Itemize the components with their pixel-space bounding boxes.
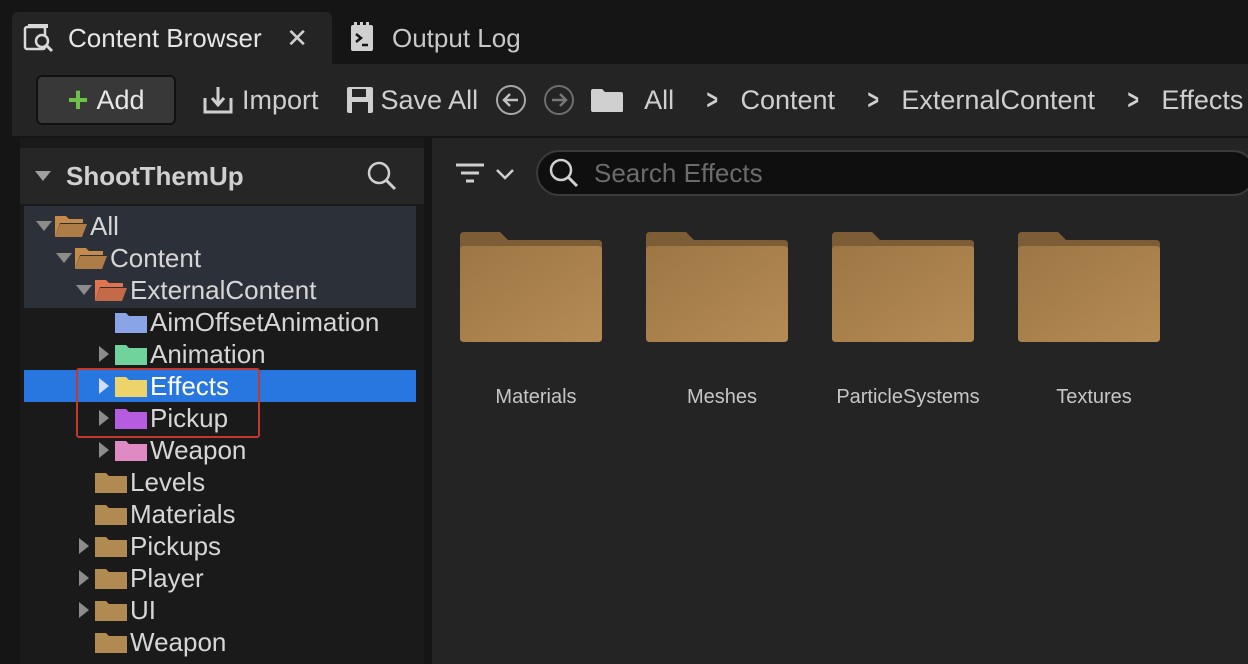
plus-icon: +	[67, 79, 89, 120]
tree-item-label: Materials	[130, 498, 236, 529]
collapsed-arrow-icon[interactable]	[74, 601, 94, 619]
asset-folder-tile[interactable]: Textures	[992, 230, 1162, 420]
collapsed-arrow-icon[interactable]	[94, 441, 114, 459]
add-label: Add	[96, 84, 145, 115]
tree-item[interactable]: Player	[24, 562, 416, 594]
tree-item[interactable]: Levels	[24, 466, 416, 498]
tree-item[interactable]: Pickups	[24, 530, 416, 562]
folder-open-icon	[94, 277, 128, 303]
close-icon[interactable]: ✕	[286, 23, 308, 54]
tree-item-label: UI	[130, 594, 156, 625]
folder-icon	[94, 469, 128, 495]
tree-item-label: Weapon	[130, 626, 227, 657]
asset-folder-tile[interactable]: Materials	[434, 230, 604, 420]
folder-icon	[94, 629, 128, 655]
folder-icon	[114, 437, 148, 463]
breadcrumb-all[interactable]: All	[644, 85, 674, 116]
search-icon[interactable]	[366, 160, 398, 192]
asset-label: Textures	[1056, 386, 1132, 408]
chevron-right-icon[interactable]: >	[707, 84, 718, 116]
import-icon	[202, 84, 236, 116]
folder-open-icon	[74, 245, 108, 271]
chevron-down-icon	[496, 169, 514, 180]
breadcrumb-content[interactable]: Content	[740, 85, 835, 116]
save-all-button[interactable]: Save All	[345, 84, 479, 116]
tree-item[interactable]: Content	[24, 242, 416, 274]
folder-icon[interactable]	[590, 87, 624, 113]
tree-item-label: Content	[110, 242, 202, 273]
tree-item-label: All	[90, 210, 119, 241]
content-browser-icon	[22, 21, 56, 55]
search-icon	[548, 157, 580, 189]
collapsed-arrow-icon[interactable]	[74, 537, 94, 555]
expanded-arrow-icon[interactable]	[74, 284, 94, 296]
add-button[interactable]: + Add	[36, 75, 176, 125]
collapse-triangle-icon[interactable]	[34, 170, 52, 182]
folder-icon	[94, 565, 128, 591]
asset-label: ParticleSystems	[836, 386, 980, 408]
tree-item[interactable]: ExternalContent	[24, 274, 416, 306]
tree-item[interactable]: UI	[24, 594, 416, 626]
folder-icon	[646, 230, 788, 347]
forward-button[interactable]	[544, 85, 575, 115]
tree-item[interactable]: Weapon	[24, 626, 416, 658]
sources-header[interactable]: ShootThemUp	[20, 148, 424, 204]
filter-icon	[456, 163, 484, 183]
output-log-icon	[346, 21, 380, 55]
folder-icon	[114, 341, 148, 367]
collapsed-arrow-icon[interactable]	[74, 569, 94, 587]
folder-icon	[832, 230, 974, 347]
search-field[interactable]	[536, 150, 1248, 196]
tree-item-label: Animation	[150, 338, 266, 369]
tab-label: Output Log	[392, 22, 521, 53]
folder-icon	[1018, 230, 1160, 347]
tab-bar: Content Browser ✕ Output Log	[0, 0, 1248, 66]
tree-item-label: Player	[130, 562, 204, 593]
folder-icon	[94, 501, 128, 527]
collapsed-arrow-icon[interactable]	[94, 345, 114, 363]
expanded-arrow-icon[interactable]	[34, 220, 54, 232]
tab-output-log[interactable]: Output Log	[340, 12, 560, 64]
tab-label: Content Browser	[68, 22, 262, 53]
chevron-right-icon[interactable]: >	[868, 84, 879, 116]
asset-folder-tile[interactable]: ParticleSystems	[806, 230, 980, 420]
chevron-right-icon[interactable]: >	[1127, 84, 1138, 116]
tree-item[interactable]: All	[24, 210, 416, 242]
toolbar: + Add Import Save All All > Content > Ex…	[12, 64, 1248, 136]
breadcrumb-effects[interactable]: Effects	[1161, 85, 1243, 116]
tree-item[interactable]: Materials	[24, 498, 416, 530]
folder-open-icon	[54, 213, 88, 239]
asset-label: Meshes	[686, 386, 758, 408]
tab-content-browser[interactable]: Content Browser ✕	[12, 12, 332, 64]
breadcrumb-externalcontent[interactable]: ExternalContent	[901, 85, 1095, 116]
tree-item[interactable]: Weapon	[24, 434, 416, 466]
tree-item-label: AimOffsetAnimation	[150, 306, 380, 337]
tree-item-label: ExternalContent	[130, 274, 317, 305]
arrow-right-icon	[552, 93, 568, 107]
asset-folder-tile[interactable]: Meshes	[620, 230, 790, 420]
import-button[interactable]: Import	[202, 84, 319, 116]
save-icon	[345, 85, 375, 115]
back-button[interactable]	[496, 85, 527, 115]
expanded-arrow-icon[interactable]	[54, 252, 74, 264]
asset-label: Materials	[495, 386, 577, 408]
panel-splitter[interactable]	[424, 138, 432, 664]
tree-item[interactable]: AimOffsetAnimation	[24, 306, 416, 338]
arrow-left-icon	[502, 93, 519, 107]
tree-item-label: Weapon	[150, 434, 247, 465]
folder-icon	[94, 597, 128, 623]
annotation-box	[76, 368, 260, 438]
folder-icon	[114, 309, 148, 335]
folder-icon	[94, 533, 128, 559]
project-name: ShootThemUp	[66, 160, 244, 191]
tree-item-label: Levels	[130, 466, 206, 497]
search-input[interactable]	[594, 157, 1194, 189]
import-label: Import	[242, 84, 319, 115]
folder-icon	[460, 230, 602, 347]
save-all-label: Save All	[380, 84, 479, 115]
filter-button[interactable]	[454, 160, 516, 188]
tree-item[interactable]: Animation	[24, 338, 416, 370]
tree-item-label: Pickups	[130, 530, 222, 561]
asset-view-panel: Materials Meshes ParticleSystems Textures	[432, 138, 1248, 664]
